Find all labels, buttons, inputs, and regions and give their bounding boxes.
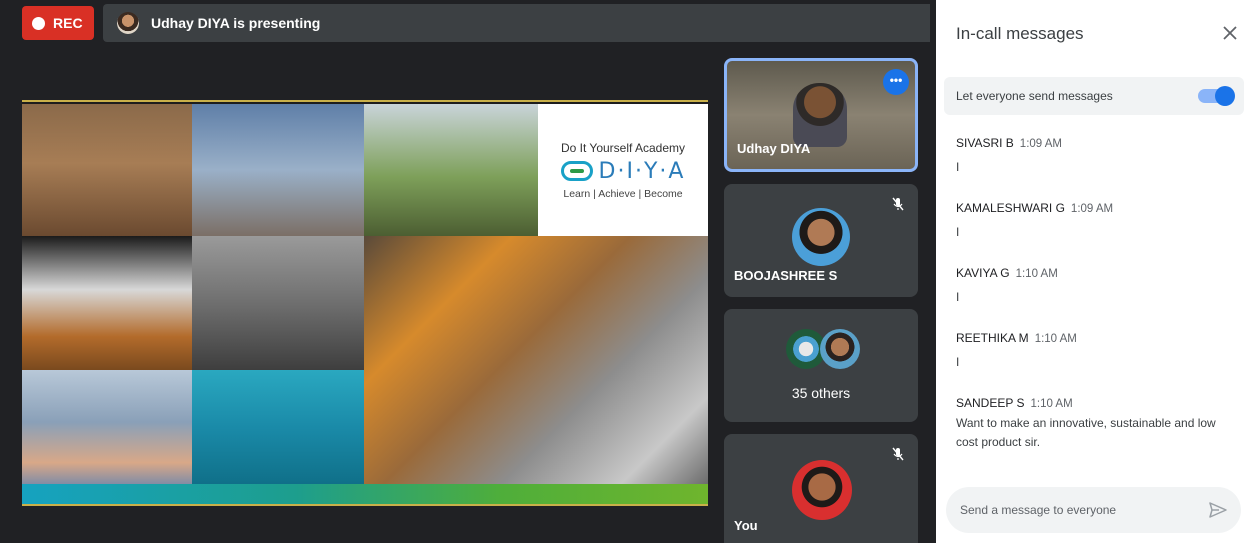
message-time: 1:09 AM	[1070, 203, 1114, 215]
participant-tile-you[interactable]: You	[724, 434, 918, 543]
message-time: 1:10 AM	[1015, 268, 1058, 280]
participant-name: You	[734, 518, 758, 533]
diya-logo-card: Do It Yourself Academy D·I·Y·A Learn | A…	[538, 104, 708, 236]
shared-screen-slide: Do It Yourself Academy D·I·Y·A Learn | A…	[22, 100, 708, 506]
diya-brand-name: D·I·Y·A	[598, 158, 686, 184]
more-options-icon[interactable]: •••	[883, 69, 909, 95]
toggle-label: Let everyone send messages	[956, 89, 1113, 103]
everyone-send-toggle[interactable]	[1198, 86, 1235, 106]
participant-avatar	[820, 329, 860, 369]
close-icon[interactable]	[1221, 24, 1239, 42]
message-sender: SANDEEP S	[956, 396, 1025, 410]
chat-message: SIVASRI B 1:09 AM I	[956, 136, 1236, 177]
chat-message: KAMALESHWARI G 1:09 AM I	[956, 201, 1236, 242]
message-time: 1:09 AM	[1019, 138, 1062, 150]
presenter-avatar	[117, 12, 139, 34]
chat-panel: In-call messages Let everyone send messa…	[936, 0, 1253, 543]
slide-image-surgical-robot	[22, 370, 192, 486]
send-icon[interactable]	[1209, 502, 1227, 518]
presenter-video	[793, 83, 847, 147]
message-time: 1:10 AM	[1030, 398, 1073, 410]
participant-avatar	[792, 460, 852, 520]
message-text: I	[956, 355, 960, 369]
participant-name: Udhay DIYA	[737, 141, 811, 156]
slide-image-underwater-robot	[192, 370, 364, 486]
message-sender: KAVIYA G	[956, 266, 1010, 280]
message-text: I	[956, 290, 960, 304]
message-permission-row: Let everyone send messages	[944, 77, 1244, 115]
message-input[interactable]	[960, 503, 1180, 517]
message-sender: KAMALESHWARI G	[956, 201, 1065, 215]
slide-footer-bar	[22, 484, 708, 504]
message-text: I	[956, 225, 960, 239]
chat-message: KAVIYA G 1:10 AM I	[956, 266, 1236, 307]
presenter-banner[interactable]: Udhay DIYA is presenting	[103, 4, 930, 42]
message-compose-box	[946, 487, 1241, 533]
presenter-banner-text: Udhay DIYA is presenting	[151, 15, 321, 31]
slide-image-field-robot	[364, 104, 538, 236]
diya-brand-tagline: Learn | Achieve | Become	[563, 187, 683, 200]
participant-tile-presenter[interactable]: ••• Udhay DIYA	[724, 58, 918, 172]
mic-off-icon	[892, 447, 904, 461]
mic-off-icon	[892, 197, 904, 211]
recording-indicator[interactable]: REC	[22, 6, 94, 40]
participant-tile-others[interactable]: 35 others	[724, 309, 918, 422]
message-sender: SIVASRI B	[956, 136, 1014, 150]
participant-name: BOOJASHREE S	[734, 268, 838, 283]
slide-image-car-factory	[364, 236, 708, 486]
message-text: I	[956, 160, 960, 174]
diya-mark-icon	[560, 161, 593, 181]
others-count: 35 others	[791, 385, 851, 401]
chat-message: REETHIKA M 1:10 AM I	[956, 331, 1236, 372]
record-dot-icon	[32, 16, 45, 30]
diya-brand-top: Do It Yourself Academy	[560, 140, 686, 155]
message-sender: REETHIKA M	[956, 331, 1029, 345]
meeting-stage: REC Udhay DIYA is presenting Do It Yours…	[6, 0, 930, 543]
participant-tile-boojashree[interactable]: BOOJASHREE S	[724, 184, 918, 297]
slide-image-construction-robot	[192, 236, 364, 370]
slide-image-rover	[22, 104, 192, 236]
participant-avatar	[792, 208, 850, 266]
chat-message: SANDEEP S 1:10 AM Want to make an innovat…	[956, 396, 1236, 452]
message-time: 1:10 AM	[1034, 333, 1077, 345]
slide-image-robot-arm	[22, 236, 192, 370]
recording-label: REC	[53, 15, 83, 31]
message-text: Want to make an innovative, sustainable …	[956, 416, 1216, 449]
chat-panel-title: In-call messages	[956, 24, 1084, 43]
toggle-knob	[1215, 86, 1235, 106]
diya-logo: D·I·Y·A	[560, 158, 686, 184]
slide-image-space-robot	[192, 104, 364, 236]
